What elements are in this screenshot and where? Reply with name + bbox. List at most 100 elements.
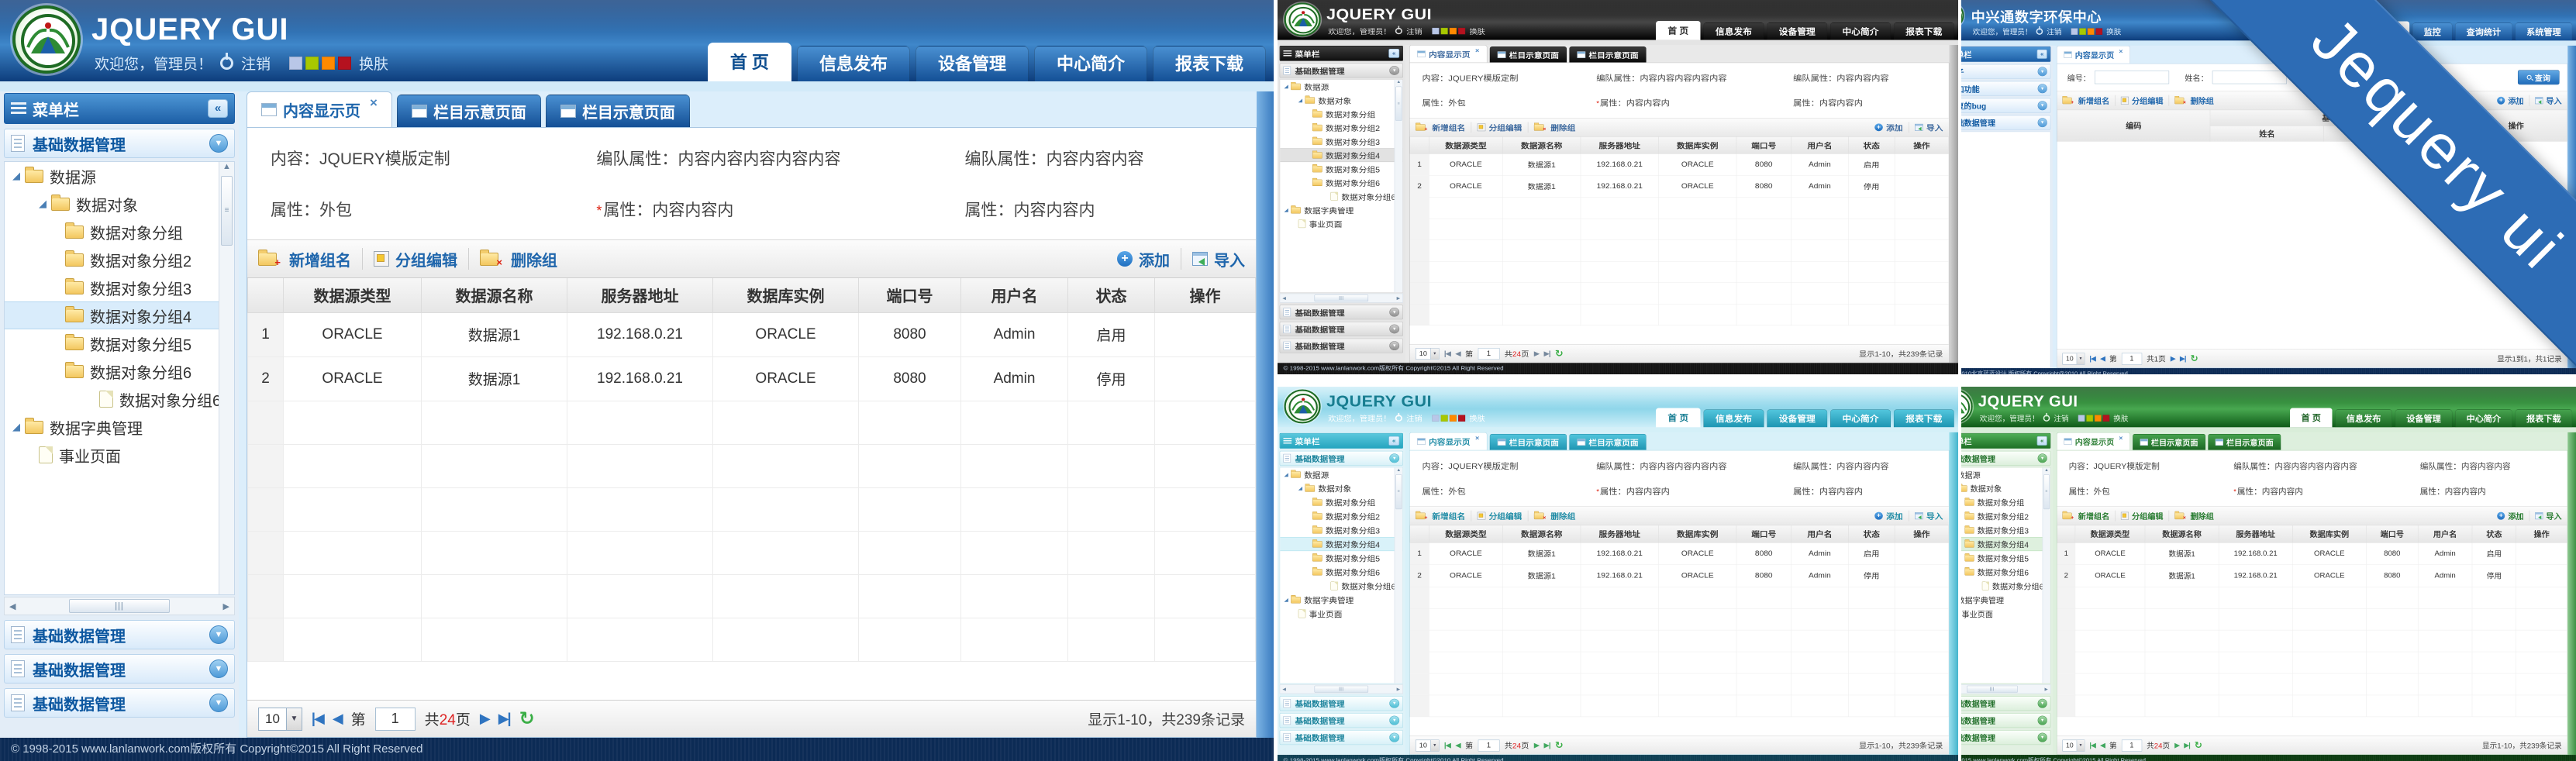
expand-icon[interactable]: ◢ [12, 170, 20, 182]
col-db-instance[interactable]: 数据库实例 [2292, 525, 2366, 542]
close-icon[interactable]: × [1475, 47, 1479, 55]
col-username[interactable]: 用户名 [2418, 525, 2472, 542]
col-port[interactable]: 端口号 [859, 278, 961, 312]
tree-item[interactable]: ◢数据字典管理 [1280, 593, 1402, 607]
accordion-section-3[interactable]: 基础数据管理▼ [4, 654, 235, 684]
nav-tab-query-stats[interactable]: 查询统计 [2455, 22, 2512, 40]
delete-group-button[interactable]: ×删除组 [480, 248, 557, 270]
nav-tab-home[interactable]: 首 页 [2290, 408, 2333, 427]
chevron-down-icon[interactable]: ▼ [1389, 453, 1399, 463]
expand-icon[interactable]: ◢ [12, 421, 20, 433]
sidebar-collapse-button[interactable]: « [1388, 436, 1399, 446]
scrollbar-thumb[interactable]: ||| [1315, 686, 1368, 693]
col-status[interactable]: 状态 [1848, 525, 1895, 542]
prev-page-button[interactable]: ◀ [2100, 742, 2105, 749]
code-input[interactable] [2095, 71, 2169, 84]
nav-tab-intro[interactable]: 中心简介 [1830, 22, 1891, 40]
first-page-button[interactable]: |◀ [312, 711, 323, 727]
accordion-section-basic-data[interactable]: 基础数据管理▼ [1961, 115, 2050, 130]
prev-page-button[interactable]: ◀ [2100, 355, 2105, 363]
chevron-down-icon[interactable]: ▼ [2038, 716, 2047, 725]
expand-icon[interactable]: ◢ [1298, 485, 1302, 491]
accordion-section-4[interactable]: 基础数据管理▼ [4, 688, 235, 718]
col-source-name[interactable]: 数据源名称 [1503, 137, 1581, 154]
accordion-section-basic-data[interactable]: 基础数据管理 ▼ [1280, 451, 1403, 466]
first-page-button[interactable]: |◀ [1444, 742, 1450, 749]
accordion-section-basic-data[interactable]: 基础数据管理 ▼ [1961, 451, 2050, 466]
tree-vertical-scrollbar[interactable]: ▲≡ [219, 162, 234, 594]
chevron-down-icon[interactable]: ▼ [209, 659, 228, 678]
scroll-right-icon[interactable]: ▶ [1394, 687, 1402, 691]
expand-icon[interactable]: ◢ [1285, 84, 1288, 90]
next-page-button[interactable]: ▶ [2171, 355, 2175, 363]
chevron-down-icon[interactable]: ▼ [2038, 118, 2047, 127]
search-button[interactable]: 查询 [2518, 70, 2560, 84]
chevron-down-icon[interactable]: ▼ [2038, 453, 2047, 463]
col-source-type[interactable]: 数据源类型 [2075, 525, 2145, 542]
last-page-button[interactable]: ▶| [1544, 742, 1550, 749]
chevron-down-icon[interactable]: ▼ [2038, 733, 2047, 742]
col-server-addr[interactable]: 服务器地址 [2219, 525, 2292, 542]
page-number-input[interactable] [2122, 353, 2142, 364]
scroll-right-icon[interactable]: ▶ [2042, 687, 2050, 691]
nav-tab-device[interactable]: 设备管理 [916, 46, 1029, 81]
skin-swatch-blue[interactable] [2071, 28, 2078, 34]
chevron-down-icon[interactable]: ▼ [1430, 740, 1439, 751]
col-source-name[interactable]: 数据源名称 [2145, 525, 2219, 542]
tab-column-page-1[interactable]: 栏目示意页面 [2133, 434, 2205, 450]
tree-vertical-scrollbar[interactable]: ▲≡ [2043, 467, 2050, 683]
col-status[interactable]: 状态 [1068, 278, 1155, 312]
expand-icon[interactable]: ◢ [1285, 471, 1288, 477]
last-page-button[interactable]: ▶| [1544, 350, 1550, 357]
first-page-button[interactable]: |◀ [2089, 742, 2095, 749]
tree-item[interactable]: 数据对象分组6 [1280, 565, 1402, 579]
expand-icon[interactable]: ◢ [39, 198, 47, 210]
tree-item[interactable]: ◢数据对象 [1961, 481, 2050, 495]
nav-tab-info[interactable]: 信息发布 [1703, 409, 1764, 427]
first-page-button[interactable]: |◀ [2089, 355, 2095, 363]
page-size-select[interactable]: 10▼ [258, 708, 302, 731]
skin-link[interactable]: 换肤 [1469, 413, 1485, 423]
scrollbar-thumb[interactable]: ≡ [221, 176, 233, 246]
page-number-input[interactable] [375, 708, 416, 731]
tree-item[interactable]: 数据对象分组3 [1961, 523, 2050, 537]
chevron-down-icon[interactable]: ▼ [209, 134, 228, 153]
col-status[interactable]: 状态 [2472, 525, 2516, 542]
add-button[interactable]: +添加 [1117, 248, 1170, 270]
accordion-section-4[interactable]: 基础数据管理▼ [1280, 339, 1403, 353]
tree-item[interactable]: 数据对象分组 [1961, 495, 2050, 509]
nav-tab-intro[interactable]: 中心简介 [1830, 409, 1891, 427]
nav-tab-info[interactable]: 信息发布 [1703, 22, 1764, 40]
scrollbar-thumb[interactable]: ||| [1967, 686, 2018, 693]
chevron-down-icon[interactable]: ▼ [1389, 716, 1399, 725]
tree-item[interactable]: 数据对象分组 [1280, 107, 1402, 121]
edit-group-button[interactable]: 分组编辑 [1478, 510, 1522, 521]
tree-item[interactable]: 数据对象分组 [5, 218, 234, 246]
skin-link[interactable]: 换肤 [1469, 26, 1485, 36]
chevron-down-icon[interactable]: ▼ [1430, 348, 1439, 359]
accordion-section-3[interactable]: 基础数据管理▼ [1961, 713, 2050, 728]
skin-swatch-green[interactable] [2079, 28, 2086, 34]
grid-row-2[interactable]: 2 ORACLE 数据源1 192.168.0.21 ORACLE 8080 A… [1410, 175, 1949, 197]
nav-tab-device[interactable]: 设备管理 [1767, 22, 1827, 40]
chevron-down-icon[interactable]: ▼ [2038, 101, 2047, 110]
tab-column-page-2[interactable]: 栏目示意页面 [2208, 434, 2281, 450]
tab-column-page-2[interactable]: 栏目示意页面 [546, 95, 690, 127]
tree-item[interactable]: ◢数据字典管理 [5, 413, 234, 441]
sidebar-collapse-button[interactable]: « [2037, 50, 2047, 59]
col-username[interactable]: 用户名 [1791, 137, 1849, 154]
skin-swatch-green[interactable] [1441, 415, 1448, 421]
scroll-right-icon[interactable]: ▶ [1394, 295, 1402, 300]
nav-tab-info[interactable]: 信息发布 [797, 46, 910, 81]
skin-swatch-green[interactable] [305, 57, 319, 70]
import-button[interactable]: 导入 [1915, 122, 1943, 133]
skin-swatch-red[interactable] [338, 57, 351, 70]
refresh-icon[interactable]: ↻ [1555, 740, 1564, 751]
close-icon[interactable]: × [2119, 47, 2123, 55]
tree-item[interactable]: 数据对象分组6 [5, 357, 234, 385]
logout-link[interactable]: 注销 [1406, 413, 1422, 423]
tree-item[interactable]: 数据对象分组6 [1280, 189, 1402, 203]
add-group-button[interactable]: +新增组名 [2062, 95, 2109, 106]
prev-page-button[interactable]: ◀ [1455, 350, 1460, 357]
scrollbar-thumb[interactable]: ||| [1315, 294, 1368, 301]
